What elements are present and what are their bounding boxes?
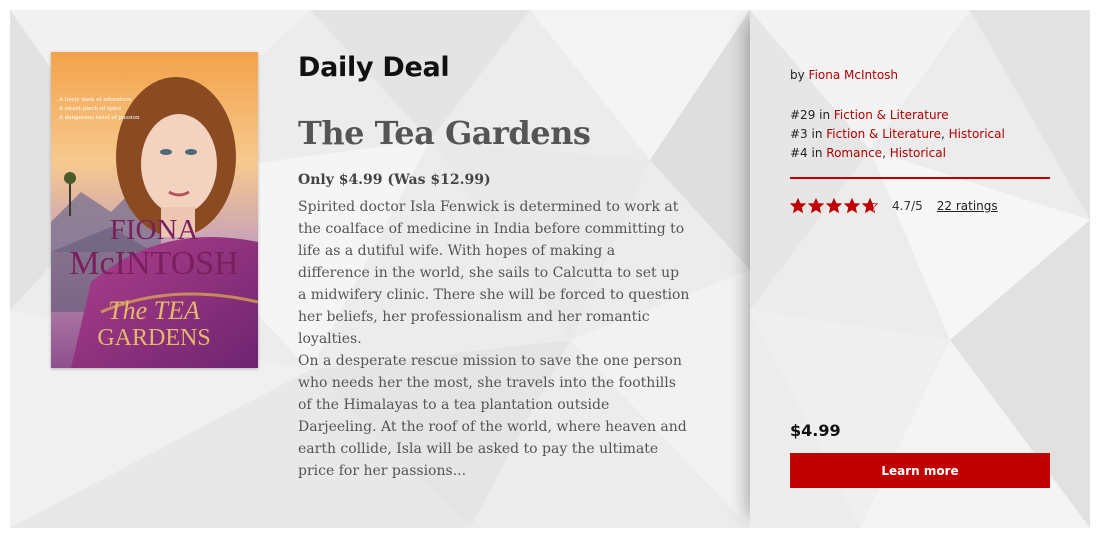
star-icon: [808, 198, 824, 214]
ranking-position: #3 in: [790, 127, 823, 141]
deal-label: Daily Deal: [298, 52, 450, 83]
cover-tagline-2: A sweet pinch of spice: [58, 106, 121, 112]
category-link[interactable]: Romance: [826, 146, 882, 160]
divider: [790, 177, 1050, 179]
learn-more-button[interactable]: Learn more: [790, 453, 1050, 488]
category-link[interactable]: Fiction & Literature: [826, 127, 941, 141]
rating-value: 4.7/5: [892, 199, 923, 213]
description-paragraph-2: On a desperate rescue mission to save th…: [298, 353, 687, 479]
ranking-row: #3 in Fiction & Literature, Historical: [790, 125, 1005, 144]
cover-title-top: The TEA: [108, 296, 200, 325]
ratings-count-link[interactable]: 22 ratings: [937, 199, 998, 213]
book-info-panel: by Fiona McIntosh #29 in Fiction & Liter…: [750, 10, 1090, 528]
star-rating: [790, 198, 878, 214]
cover-title-bottom: GARDENS: [97, 325, 210, 351]
star-icon: [826, 198, 842, 214]
star-icon: [790, 198, 806, 214]
description-paragraph-1: Spirited doctor Isla Fenwick is determin…: [298, 199, 690, 347]
ranking-position: #29 in: [790, 108, 831, 122]
sale-price: $4.99: [790, 421, 841, 440]
ranking-row: #4 in Romance, Historical: [790, 144, 1005, 163]
star-icon: [844, 198, 860, 214]
subcategory-link[interactable]: Historical: [949, 127, 1005, 141]
ranking-row: #29 in Fiction & Literature: [790, 106, 1005, 125]
by-label: by: [790, 68, 805, 82]
daily-deal-banner: A lively dash of adventure A sweet pinch…: [10, 10, 1090, 528]
star-icon: [862, 198, 878, 214]
cover-tagline-3: A dangerous twist of passion: [58, 115, 140, 121]
separator: ,: [882, 146, 890, 160]
author-line: by Fiona McIntosh: [790, 68, 898, 82]
cover-author-last: McINTOSH: [69, 245, 238, 282]
ranking-position: #4 in: [790, 146, 823, 160]
price-comparison: Only $4.99 (Was $12.99): [298, 172, 491, 188]
subcategory-link[interactable]: Historical: [890, 146, 946, 160]
category-link[interactable]: Fiction & Literature: [834, 108, 949, 122]
rating-row: 4.7/5 22 ratings: [790, 196, 998, 216]
author-link[interactable]: Fiona McIntosh: [809, 68, 898, 82]
book-title[interactable]: The Tea Gardens: [298, 114, 591, 152]
book-description: Spirited doctor Isla Fenwick is determin…: [298, 196, 690, 482]
cover-author-first: FIONA: [110, 214, 199, 246]
book-cover[interactable]: A lively dash of adventure A sweet pinch…: [51, 52, 258, 368]
rankings-list: #29 in Fiction & Literature #3 in Fictio…: [790, 106, 1005, 163]
cover-tagline-1: A lively dash of adventure: [58, 97, 132, 103]
separator: ,: [940, 127, 949, 141]
